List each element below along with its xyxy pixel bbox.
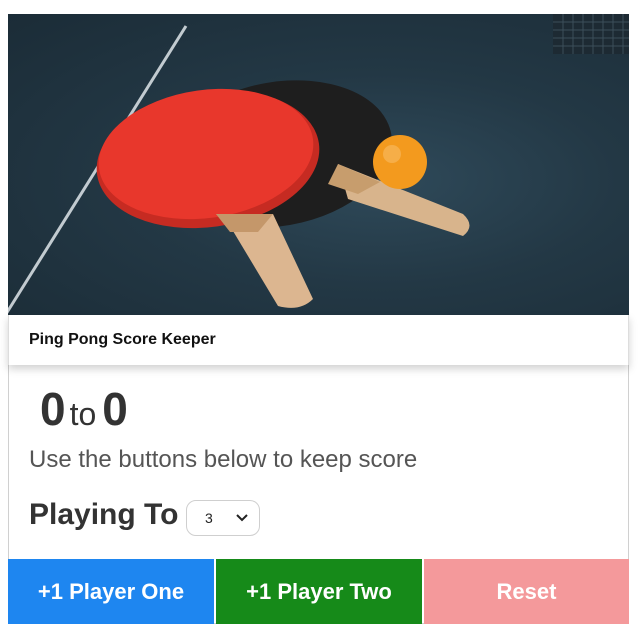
selected-value: 3 [205,510,213,526]
ping-pong-paddles-photo [8,14,629,314]
app-title: Ping Pong Score Keeper [29,331,216,348]
instructions-text: Use the buttons below to keep score [29,446,418,473]
playing-to-label: Playing To [29,498,179,531]
player-one-button[interactable]: +1 Player One [8,559,214,624]
chevron-down-icon [235,509,249,530]
reset-button[interactable]: Reset [424,559,629,624]
player-one-score: 0 [40,383,66,435]
player-two-score: 0 [102,383,128,435]
score-separator: to [69,396,97,432]
scoreboard: 0 to 0 [40,382,128,436]
player-two-button[interactable]: +1 Player Two [216,559,422,624]
playing-to-select[interactable]: 3 [186,500,260,536]
hero-image [8,14,629,315]
caption-bar: Ping Pong Score Keeper [8,315,629,365]
